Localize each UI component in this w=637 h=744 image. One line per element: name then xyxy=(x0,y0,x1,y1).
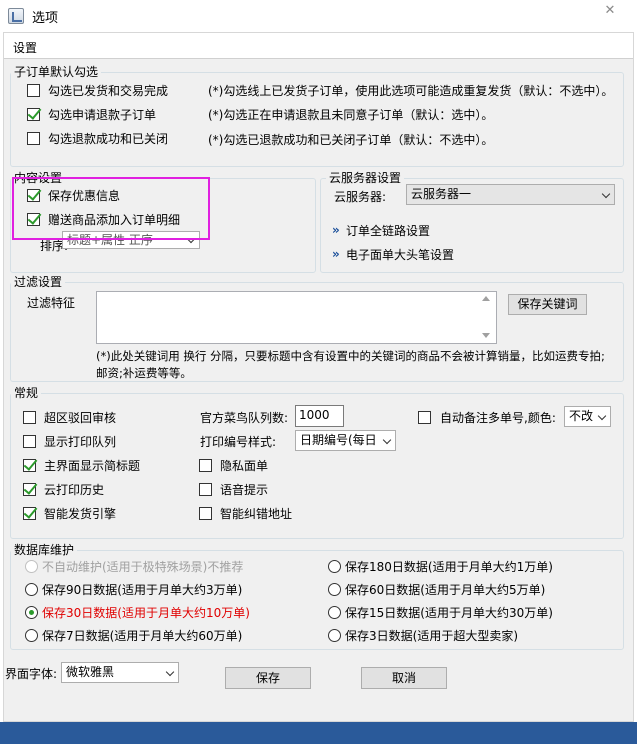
checkbox-show-print-queue[interactable] xyxy=(23,435,36,448)
double-chevron-icon: » xyxy=(332,247,340,261)
chevron-down-icon xyxy=(601,189,611,199)
save-button[interactable]: 保存 xyxy=(225,667,311,689)
radio-keep-3-days[interactable] xyxy=(328,629,341,642)
filter-label: 过滤特征 xyxy=(27,296,76,310)
note-shipped-completed: (*)勾选线上已发货子订单，使用此选项可能造成重复发货（默认：不选中）。 xyxy=(208,84,614,98)
cloud-server-select[interactable]: 云服务器一 xyxy=(406,184,615,205)
tab-bar xyxy=(4,33,633,59)
checkbox-refund-requested[interactable] xyxy=(27,108,40,121)
checkbox-auto-note-multi-label: 自动备注多单号,颜色: xyxy=(440,411,556,425)
scroll-up-icon[interactable] xyxy=(482,296,490,301)
note-refund-closed: (*)勾选已退款成功和已关闭子订单（默认：不选中）。 xyxy=(208,133,494,147)
title-bar xyxy=(0,0,637,32)
radio-keep-60-days[interactable] xyxy=(328,583,341,596)
highlight-box xyxy=(12,177,210,240)
checkbox-shipped-completed-label: 勾选已发货和交易完成 xyxy=(48,84,169,98)
checkbox-over-region-reject-label: 超区驳回审核 xyxy=(44,411,117,425)
app-icon xyxy=(8,8,24,24)
note-refund-requested: (*)勾选正在申请退款且未同意子订单（默认：选中）。 xyxy=(208,108,494,122)
save-keywords-button[interactable]: 保存关键词 xyxy=(508,294,587,315)
sub-order-group-title: 子订单默认勾选 xyxy=(11,65,102,79)
radio-keep-15-days-label: 保存15日数据(适用于月单大约30万单) xyxy=(345,606,553,620)
checkbox-short-title[interactable] xyxy=(23,459,36,472)
chevron-down-icon xyxy=(165,667,175,677)
filter-group-title: 过滤设置 xyxy=(11,275,66,289)
checkbox-over-region-reject[interactable] xyxy=(23,411,36,424)
radio-keep-3-days-label: 保存3日数据(适用于超大型卖家) xyxy=(345,629,518,643)
cancel-button[interactable]: 取消 xyxy=(361,667,447,689)
cloud-server-label: 云服务器: xyxy=(334,190,387,204)
checkbox-privacy-waybill-label: 隐私面单 xyxy=(220,459,269,473)
radio-keep-180-days-label: 保存180日数据(适用于月单大约1万单) xyxy=(345,560,553,574)
link-order-chain[interactable]: 订单全链路设置 xyxy=(346,224,430,238)
note-color-select[interactable]: 不改 xyxy=(564,406,611,427)
radio-no-maintenance-label: 不自动维护(适用于极特殊场景)不推荐 xyxy=(42,560,244,574)
checkbox-smart-ship-engine[interactable] xyxy=(23,507,36,520)
radio-keep-90-days[interactable] xyxy=(25,583,38,596)
checkbox-shipped-completed[interactable] xyxy=(27,84,40,97)
ui-font-select[interactable]: 微软雅黑 xyxy=(61,662,179,683)
checkbox-privacy-waybill[interactable] xyxy=(199,459,212,472)
cloud-server-value: 云服务器一 xyxy=(411,187,472,201)
checkbox-short-title-label: 主界面显示简标题 xyxy=(44,459,141,473)
radio-no-maintenance[interactable] xyxy=(25,560,38,573)
cloud-group-title: 云服务器设置 xyxy=(326,171,405,185)
window-title: 选项 xyxy=(32,11,59,26)
print-number-style-label: 打印编号样式: xyxy=(200,435,277,449)
filter-note-line1: (*)此处关键词用 换行 分隔，只要标题中含有设置中的关键词的商品不会被计算销量… xyxy=(96,349,605,363)
radio-keep-30-days[interactable] xyxy=(25,606,38,619)
double-chevron-icon: » xyxy=(332,223,340,237)
checkbox-auto-note-multi[interactable] xyxy=(418,411,431,424)
radio-keep-180-days[interactable] xyxy=(328,560,341,573)
checkbox-smart-address-label: 智能纠错地址 xyxy=(220,507,293,521)
chevron-down-icon xyxy=(382,435,392,445)
taskbar-strip xyxy=(0,722,637,744)
tab-settings[interactable]: 设置 xyxy=(13,39,37,56)
general-group-title: 常规 xyxy=(11,386,42,400)
ui-font-label: 界面字体: xyxy=(5,667,58,681)
checkbox-cloud-print-history-label: 云打印历史 xyxy=(44,483,105,497)
cainiao-queue-input[interactable]: 1000 xyxy=(295,405,344,427)
radio-keep-60-days-label: 保存60日数据(适用于月单大约5万单) xyxy=(345,583,546,597)
checkbox-cloud-print-history[interactable] xyxy=(23,483,36,496)
radio-keep-15-days[interactable] xyxy=(328,606,341,619)
print-number-style-value: 日期编号(每日 xyxy=(300,433,377,447)
checkbox-refund-closed[interactable] xyxy=(27,132,40,145)
database-group-title: 数据库维护 xyxy=(11,543,78,557)
filter-keywords-textarea[interactable] xyxy=(96,291,497,344)
chevron-down-icon xyxy=(597,411,607,421)
link-waybill-setting[interactable]: 电子面单大头笔设置 xyxy=(346,248,454,262)
radio-keep-90-days-label: 保存90日数据(适用于月单大约3万单) xyxy=(42,583,243,597)
radio-keep-30-days-label: 保存30日数据(适用于月单大约10万单) xyxy=(42,606,250,620)
checkbox-smart-ship-engine-label: 智能发货引擎 xyxy=(44,507,117,521)
checkbox-smart-address[interactable] xyxy=(199,507,212,520)
radio-keep-7-days-label: 保存7日数据(适用于月单大约60万单) xyxy=(42,629,243,643)
cainiao-queue-label: 官方菜鸟队列数: xyxy=(200,411,289,425)
checkbox-voice-prompt[interactable] xyxy=(199,483,212,496)
close-button[interactable]: ✕ xyxy=(590,2,630,20)
checkbox-show-print-queue-label: 显示打印队列 xyxy=(44,435,117,449)
ui-font-value: 微软雅黑 xyxy=(66,665,115,679)
checkbox-refund-requested-label: 勾选申请退款子订单 xyxy=(48,108,157,122)
checkbox-voice-prompt-label: 语音提示 xyxy=(220,483,269,497)
note-color-value: 不改 xyxy=(569,409,594,423)
radio-keep-7-days[interactable] xyxy=(25,629,38,642)
checkbox-refund-closed-label: 勾选退款成功和已关闭 xyxy=(48,132,169,146)
filter-note-line2: 邮资;补运费等等。 xyxy=(96,366,192,380)
print-number-style-select[interactable]: 日期编号(每日 xyxy=(295,430,396,451)
scroll-down-icon[interactable] xyxy=(482,333,490,338)
